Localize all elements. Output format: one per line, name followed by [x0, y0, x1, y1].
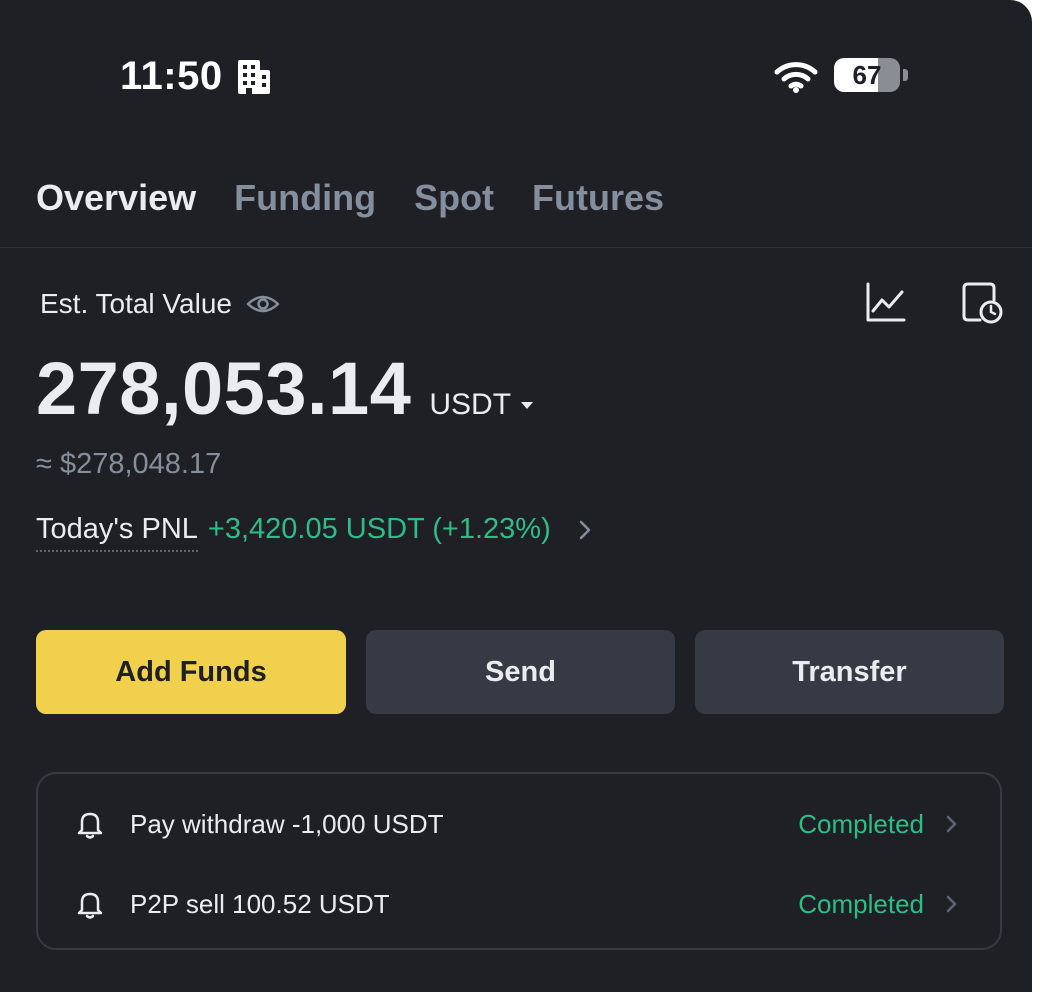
battery-level: 67 [852, 60, 882, 90]
account-tabs: Overview Funding Spot Futures [36, 174, 664, 224]
caret-down-icon [521, 402, 534, 409]
notification-item[interactable]: Pay withdraw -1,000 USDT Completed [38, 794, 1000, 854]
tab-funding[interactable]: Funding [234, 174, 376, 224]
total-balance-row: 278,053.14 USDT [36, 346, 535, 431]
tab-spot[interactable]: Spot [414, 174, 494, 224]
est-total-value-label: Est. Total Value [40, 288, 232, 319]
notification-status: Completed [798, 888, 924, 919]
pnl-value: +3,420.05 USDT (+1.23%) [207, 512, 551, 545]
status-bar: 11:50 67 [0, 48, 1032, 108]
tab-overview[interactable]: Overview [36, 174, 196, 224]
chevron-right-icon [579, 520, 590, 540]
battery-tip [903, 69, 908, 81]
transfer-button[interactable]: Transfer [695, 630, 1004, 714]
tabs-divider [0, 247, 1032, 248]
battery-body: 67 [834, 58, 900, 92]
total-balance-value: 278,053.14 [36, 347, 412, 430]
notification-text: Pay withdraw -1,000 USDT [130, 808, 444, 839]
eye-icon[interactable] [246, 292, 280, 316]
notification-status: Completed [798, 808, 924, 839]
chevron-right-icon [946, 895, 957, 913]
bell-icon [77, 812, 103, 839]
wifi-icon [774, 62, 818, 93]
bell-icon [77, 892, 103, 919]
currency-label: USDT [429, 388, 512, 421]
status-time: 11:50 [120, 54, 223, 98]
est-total-value-row: Est. Total Value [40, 284, 280, 324]
send-button[interactable]: Send [366, 630, 675, 714]
battery-icon: 67 [834, 58, 912, 94]
building-icon [238, 60, 270, 94]
chevron-right-icon [946, 815, 957, 833]
notifications-card: Pay withdraw -1,000 USDT Completed P2P s… [36, 772, 1002, 950]
pnl-label[interactable]: Today's PNL [36, 513, 198, 552]
chart-icon[interactable] [864, 280, 908, 324]
approx-usd-value: ≈ $278,048.17 [36, 448, 222, 480]
todays-pnl-row[interactable]: Today's PNL +3,420.05 USDT (+1.23%) [36, 510, 593, 554]
add-funds-button[interactable]: Add Funds [36, 630, 346, 714]
history-icon[interactable] [960, 280, 1004, 324]
tab-futures[interactable]: Futures [532, 174, 664, 224]
notification-item[interactable]: P2P sell 100.52 USDT Completed [38, 874, 1000, 934]
app-screen: 11:50 67 Overview Funding Spot Futures E… [0, 0, 1032, 992]
notification-text: P2P sell 100.52 USDT [130, 888, 390, 919]
currency-select[interactable]: USDT [429, 388, 535, 422]
